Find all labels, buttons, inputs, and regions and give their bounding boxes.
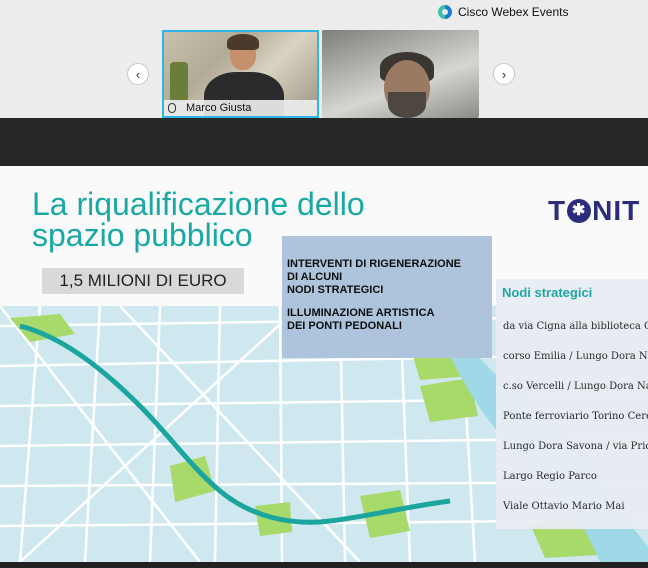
box-line: INTERVENTI DI RIGENERAZIONE: [287, 258, 461, 270]
background-plant: [170, 62, 188, 102]
participant-tile-2[interactable]: [322, 30, 479, 118]
participant-nameplate: Marco Giusta: [164, 100, 317, 116]
list-item: Ponte ferroviario Torino Cere: [503, 411, 648, 422]
participant-name: Marco Giusta: [186, 102, 252, 114]
box-line: DI ALCUNI: [287, 271, 343, 283]
participant-video-hair: [227, 34, 259, 50]
nodi-title: Nodi strategici: [502, 285, 593, 300]
chevron-right-icon: ›: [501, 66, 507, 82]
chevron-left-icon: ‹: [135, 66, 141, 82]
slide-title-line-1: La riqualificazione dello: [32, 186, 365, 222]
list-item: Lungo Dora Savona / via Prio: [503, 441, 648, 452]
list-item: Viale Ottavio Mario Mai: [503, 501, 625, 512]
webex-logo-icon: [438, 5, 452, 19]
webex-window: Cisco Webex Events ‹ Marco Giusta › La r…: [0, 0, 648, 568]
stage-divider: [0, 118, 648, 166]
next-participants-button[interactable]: ›: [493, 63, 515, 85]
participant-tile-marco-giusta[interactable]: Marco Giusta: [162, 30, 319, 118]
bottom-edge: [0, 562, 648, 568]
list-item: Largo Regio Parco: [503, 471, 597, 482]
box-line: NODI STRATEGICI: [287, 284, 384, 296]
shared-slide: La riqualificazione dello spazio pubblic…: [0, 166, 648, 562]
budget-label: 1,5 MILIONI DI EURO: [42, 268, 244, 294]
list-item: c.so Vercelli / Lungo Dora Na: [503, 381, 648, 392]
torino-logo: T ✱ NIT: [548, 195, 640, 227]
nodi-list: da via Cigna alla biblioteca Ca corso Em…: [503, 321, 648, 529]
brand-label: Cisco Webex Events: [458, 5, 569, 19]
box-line: ILLUMINAZIONE ARTISTICA: [287, 307, 435, 319]
participant-strip: Cisco Webex Events ‹ Marco Giusta ›: [0, 0, 648, 120]
star-icon: ✱: [567, 199, 592, 223]
nodi-strategici-panel: Nodi strategici da via Cigna alla biblio…: [496, 279, 648, 529]
list-item: da via Cigna alla biblioteca Ca: [503, 321, 648, 332]
participant-video-beard: [388, 92, 426, 118]
brand: Cisco Webex Events: [438, 4, 569, 20]
logo-text-right: NIT: [592, 195, 641, 226]
box-line: DEI PONTI PEDONALI: [287, 320, 402, 332]
logo-text-left: T: [548, 195, 567, 226]
list-item: corso Emilia / Lungo Dora Na: [503, 351, 648, 362]
previous-participants-button[interactable]: ‹: [127, 63, 149, 85]
slide-title-line-2: spazio pubblico: [32, 217, 253, 253]
interventions-box: INTERVENTI DI RIGENERAZIONE DI ALCUNI NO…: [282, 236, 492, 358]
microphone-icon: [168, 103, 176, 113]
